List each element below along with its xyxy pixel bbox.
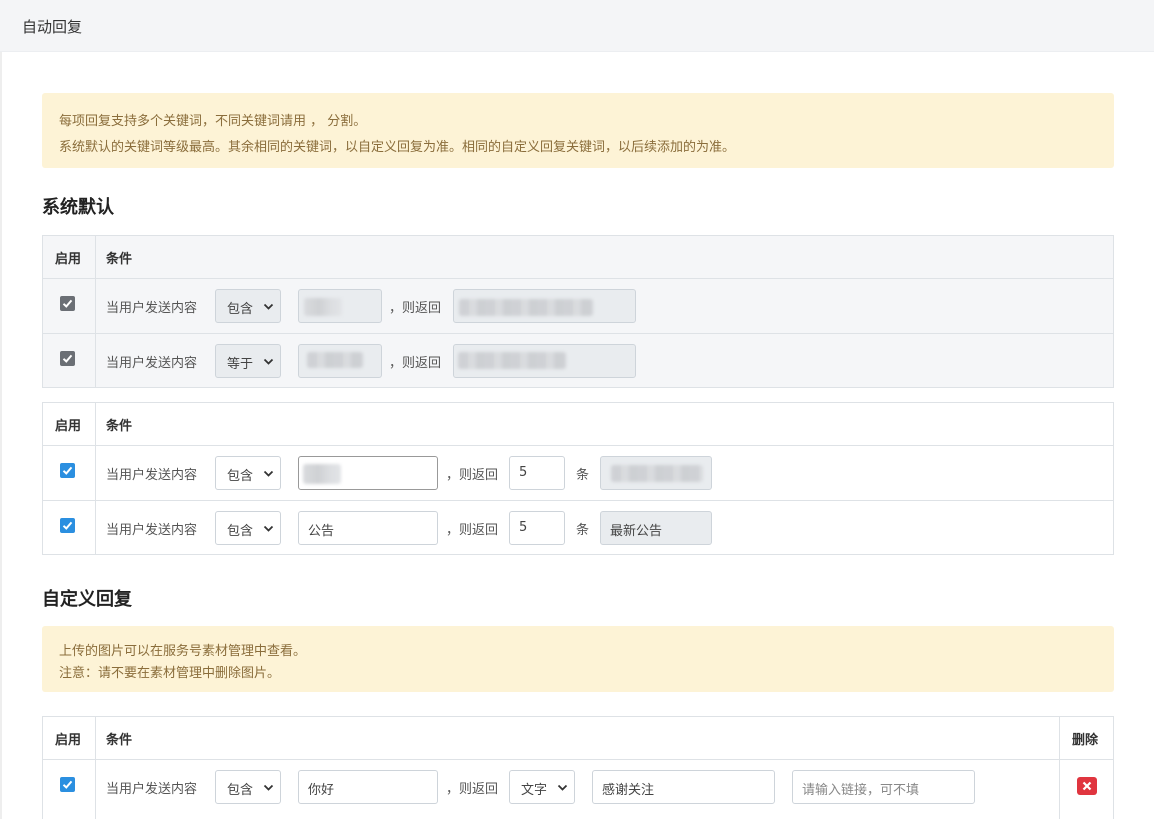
match-type-select[interactable]: 包含: [215, 770, 281, 804]
header-delete: 删除: [1072, 733, 1099, 748]
table-row: 当用户发送内容 包含 你好 ，则返回 文字 感谢关注 请输入链接，可不填: [43, 759, 1113, 814]
notice-line: 系统默认的关键词等级最高。其余相同的关键词，以自定义回复为准。相同的自定义回复关…: [59, 140, 736, 155]
header-condition: 条件: [106, 252, 133, 267]
condition-label: 当用户发送内容: [106, 356, 198, 371]
count-input[interactable]: 5: [509, 456, 565, 490]
keyword-input[interactable]: 你好: [298, 770, 438, 804]
redacted-text: [307, 352, 363, 368]
match-type-select[interactable]: 包含: [215, 456, 281, 490]
match-type-value: 等于: [227, 357, 254, 372]
table-row: 当用户发送内容 等于 ，则返回: [43, 333, 1113, 388]
count-value: 5: [519, 520, 528, 535]
system-default-table: 启用 条件 当用户发送内容 包含 ，则返回 当用户发送内容 等于 ，则返回: [42, 235, 1114, 388]
top-bar: 自动回复: [0, 0, 1154, 52]
reply-input[interactable]: [453, 289, 636, 323]
keyword-input[interactable]: 公告: [298, 511, 438, 545]
count-input[interactable]: 5: [509, 511, 565, 545]
keyword-input[interactable]: [298, 289, 382, 323]
delete-button[interactable]: [1077, 777, 1097, 795]
result-value: 最新公告: [610, 524, 663, 539]
dynamic-reply-table: 启用 条件 当用户发送内容 包含 ，则返回 5 条 当用户发送内容 包含 公告 …: [42, 402, 1114, 555]
chevron-down-icon: [263, 303, 274, 310]
table-row: 当用户发送内容 包含 ，则返回: [43, 278, 1113, 333]
link-input[interactable]: 请输入链接，可不填: [792, 770, 975, 804]
then-return-label: ，则返回: [389, 301, 442, 316]
match-type-select[interactable]: 包含: [215, 289, 281, 323]
notice-line: 每项回复支持多个关键词，不同关键词请用 ， 分割。: [59, 114, 367, 129]
check-icon: [62, 466, 73, 475]
redacted-text: [611, 465, 703, 482]
notice-line: 上传的图片可以在服务号素材管理中查看。: [59, 644, 307, 659]
header-enable: 启用: [55, 733, 82, 748]
condition-label: 当用户发送内容: [106, 301, 198, 316]
items-unit-label: 条: [576, 468, 590, 483]
table-header-row: 启用 条件: [43, 403, 1113, 445]
items-unit-label: 条: [576, 523, 590, 538]
left-border: [0, 52, 2, 819]
match-type-select[interactable]: 等于: [215, 344, 281, 378]
count-value: 5: [519, 465, 528, 480]
condition-label: 当用户发送内容: [106, 782, 198, 797]
then-return-label: ，则返回: [446, 523, 499, 538]
link-placeholder: 请输入链接，可不填: [802, 783, 920, 798]
chevron-down-icon: [263, 358, 274, 365]
redacted-text: [304, 298, 342, 316]
section-title-system: 系统默认: [42, 197, 114, 218]
keyword-input[interactable]: [298, 344, 382, 378]
notice-keywords: 每项回复支持多个关键词，不同关键词请用 ， 分割。 系统默认的关键词等级最高。其…: [42, 93, 1114, 168]
table-header-row: 启用 条件 删除: [43, 717, 1113, 759]
enable-checkbox[interactable]: [60, 351, 75, 366]
reply-input[interactable]: [453, 344, 636, 378]
table-header-row: 启用 条件: [43, 236, 1113, 278]
then-return-label: ，则返回: [389, 356, 442, 371]
notice-line: 注意：请不要在素材管理中删除图片。: [59, 666, 281, 681]
check-icon: [62, 299, 73, 308]
match-type-value: 包含: [227, 302, 254, 317]
reply-type-select[interactable]: 文字: [509, 770, 575, 804]
notice-images: 上传的图片可以在服务号素材管理中查看。 注意：请不要在素材管理中删除图片。: [42, 626, 1114, 692]
header-condition: 条件: [106, 419, 133, 434]
condition-label: 当用户发送内容: [106, 523, 198, 538]
result-field: 最新公告: [600, 511, 712, 545]
redacted-text: [458, 352, 566, 369]
custom-reply-table: 启用 条件 删除 当用户发送内容 包含 你好 ，则返回 文字 感谢关注 请输入链…: [42, 716, 1114, 819]
reply-content-value: 感谢关注: [602, 783, 655, 798]
match-type-value: 包含: [227, 783, 254, 798]
match-type-value: 包含: [227, 524, 254, 539]
enable-checkbox[interactable]: [60, 777, 75, 792]
header-condition: 条件: [106, 733, 133, 748]
close-icon: [1082, 781, 1092, 791]
keyword-value: 你好: [308, 783, 335, 798]
enable-checkbox[interactable]: [60, 296, 75, 311]
condition-label: 当用户发送内容: [106, 468, 198, 483]
page-title: 自动回复: [22, 18, 83, 36]
table-row: 当用户发送内容 包含 ，则返回 5 条: [43, 445, 1113, 500]
table-row: 当用户发送内容 包含 公告 ，则返回 5 条 最新公告: [43, 500, 1113, 555]
chevron-down-icon: [263, 470, 274, 477]
reply-content-input[interactable]: 感谢关注: [592, 770, 775, 804]
keyword-input[interactable]: [298, 456, 438, 490]
reply-type-value: 文字: [521, 783, 548, 798]
match-type-select[interactable]: 包含: [215, 511, 281, 545]
section-title-custom: 自定义回复: [42, 589, 132, 610]
redacted-text: [459, 299, 593, 316]
enable-checkbox[interactable]: [60, 518, 75, 533]
header-enable: 启用: [55, 419, 82, 434]
header-enable: 启用: [55, 252, 82, 267]
result-field: [600, 456, 712, 490]
enable-checkbox[interactable]: [60, 463, 75, 478]
chevron-down-icon: [263, 784, 274, 791]
check-icon: [62, 521, 73, 530]
keyword-value: 公告: [308, 524, 335, 539]
then-return-label: ，则返回: [446, 468, 499, 483]
match-type-value: 包含: [227, 469, 254, 484]
check-icon: [62, 354, 73, 363]
check-icon: [62, 780, 73, 789]
redacted-text: [303, 464, 341, 484]
chevron-down-icon: [263, 525, 274, 532]
chevron-down-icon: [557, 784, 568, 791]
then-return-label: ，则返回: [446, 782, 499, 797]
